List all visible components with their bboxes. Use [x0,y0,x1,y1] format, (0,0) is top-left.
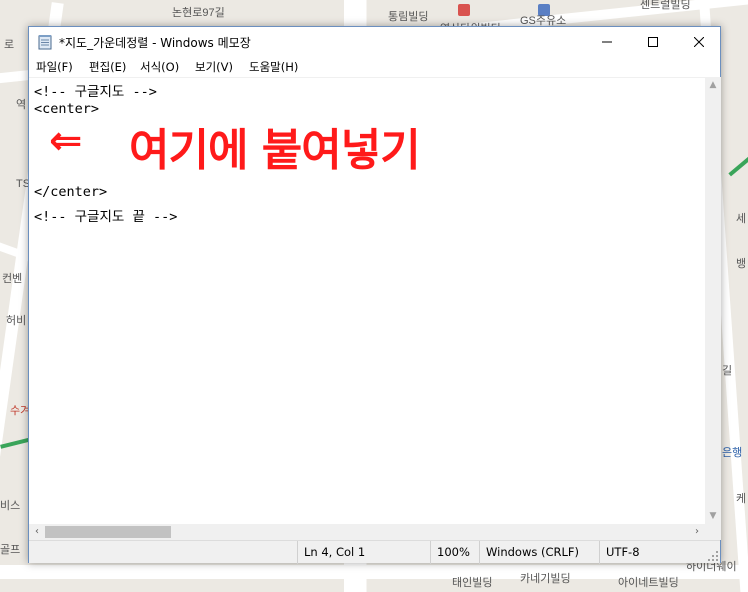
maximize-icon [648,37,658,47]
line-ending: Windows (CRLF) [479,541,599,564]
map-label: 아이네트빌딩 [618,577,679,589]
map-label: 역 [16,99,27,111]
map-label: 태인빌딩 [452,577,493,589]
map-label: 센트럴빌딩 [640,0,691,11]
map-label: 로 [4,39,15,51]
map-label: 논현로97길 [172,7,225,19]
editor-line: <!-- 구글지도 끝 --> [34,209,178,225]
map-label: 컨벤 [2,273,23,285]
scroll-up-icon[interactable]: ▲ [708,80,718,90]
encoding: UTF-8 [599,541,719,564]
minimize-button[interactable] [584,27,630,57]
close-icon [694,37,704,47]
scroll-right-icon[interactable]: › [692,526,702,538]
map-label: 카네기빌딩 [520,573,571,585]
paste-here-label: 여기에 붙여넣기 [129,125,421,176]
map-label: 통림빌딩 [388,11,429,23]
left-arrow-icon: ⇐ [48,117,83,165]
cursor-position: Ln 4, Col 1 [297,541,430,564]
notepad-window: *지도_가운데정렬 - Windows 메모장 파일(F) 편집(E) 서식(O… [28,26,721,564]
minimize-icon [602,41,612,43]
zoom-level: 100% [430,541,479,564]
map-label: 허비 [6,315,27,327]
map-label: 세 [736,213,747,225]
scrollbar-corner [705,524,721,540]
map-label: 은행 [722,447,743,459]
close-button[interactable] [676,27,722,57]
scroll-left-icon[interactable]: ‹ [32,526,42,538]
resize-grip-icon[interactable] [708,551,718,561]
map-label: 길 [722,365,733,377]
horizontal-scroll-thumb[interactable] [45,526,171,538]
map-poi-marker [458,4,470,16]
map-label: 케 [736,493,747,505]
horizontal-scrollbar[interactable]: ‹ › [29,524,705,540]
editor-line: <center> [34,101,100,117]
menu-view[interactable]: 보기(V) [195,59,233,75]
scroll-down-icon[interactable]: ▼ [708,511,718,521]
map-label: 골프 [0,544,21,556]
window-title: *지도_가운데정렬 - Windows 메모장 [59,36,251,50]
editor-line: </center> [34,184,108,200]
text-editor-area[interactable]: <!-- 구글지도 --> <center> </center> <!-- 구글… [29,77,705,524]
editor-line: <!-- 구글지도 --> [34,84,157,100]
menu-edit[interactable]: 편집(E) [89,59,126,75]
map-label: 뱅 [736,258,747,270]
vertical-scrollbar[interactable]: ▲ ▼ [705,77,721,524]
title-bar[interactable]: *지도_가운데정렬 - Windows 메모장 [29,27,720,57]
menu-bar: 파일(F) 편집(E) 서식(O) 보기(V) 도움말(H) [29,57,720,77]
map-subway-line [728,147,748,177]
status-bar: Ln 4, Col 1 100% Windows (CRLF) UTF-8 [29,540,720,564]
menu-file[interactable]: 파일(F) [36,59,73,75]
notepad-icon [38,35,52,50]
maximize-button[interactable] [630,27,676,57]
map-label: 비스 [0,500,21,512]
menu-help[interactable]: 도움말(H) [249,59,298,75]
menu-format[interactable]: 서식(O) [140,59,179,75]
